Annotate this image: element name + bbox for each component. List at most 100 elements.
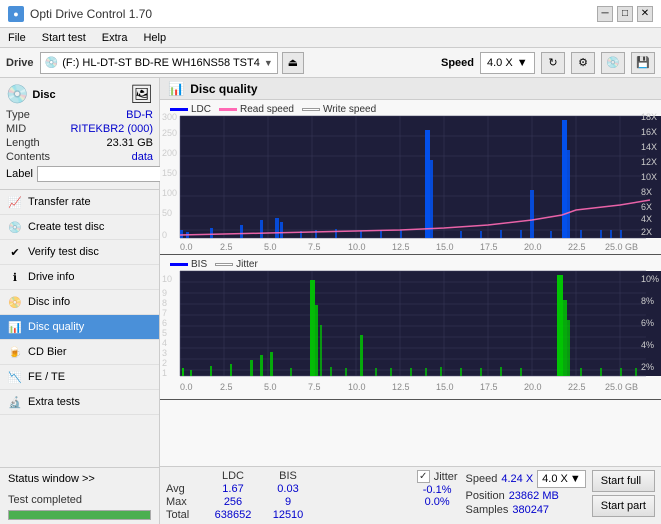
svg-text:8X: 8X xyxy=(641,187,652,197)
svg-text:4X: 4X xyxy=(641,214,652,224)
save-button[interactable]: 💾 xyxy=(631,52,655,74)
speed-section: Speed 4.24 X 4.0 X ▼ Position 23862 MB S… xyxy=(466,470,586,516)
svg-text:4: 4 xyxy=(162,338,167,348)
menu-file[interactable]: File xyxy=(0,28,34,47)
speed-label-text: Speed xyxy=(466,473,498,485)
position-row: Position 23862 MB xyxy=(466,490,586,502)
sidebar: 💿 Disc 🖼 Type BD-R MID RITEKBR2 (000) Le… xyxy=(0,78,160,524)
start-full-button[interactable]: Start full xyxy=(592,470,655,492)
sidebar-item-extra-tests[interactable]: 🔬 Extra tests xyxy=(0,390,159,415)
max-bis: 9 xyxy=(262,496,314,508)
svg-text:7: 7 xyxy=(162,308,167,318)
bis-color xyxy=(170,263,188,266)
disc-length-label: Length xyxy=(6,137,40,149)
sidebar-item-verify-test-disc[interactable]: ✔ Verify test disc xyxy=(0,240,159,265)
svg-text:20.0: 20.0 xyxy=(524,382,542,392)
svg-text:22.5: 22.5 xyxy=(568,242,586,252)
drive-eject-button[interactable]: ⏏ xyxy=(282,52,304,74)
jitter-checkbox[interactable]: ✓ xyxy=(417,470,430,483)
bis-chart-legend: BIS Jitter xyxy=(164,257,264,272)
disc-label-input[interactable] xyxy=(37,166,175,182)
app-title: Opti Drive Control 1.70 xyxy=(30,7,152,21)
svg-text:7.5: 7.5 xyxy=(308,382,321,392)
minimize-button[interactable]: ─ xyxy=(597,6,613,22)
sidebar-item-disc-info[interactable]: 📀 Disc info xyxy=(0,290,159,315)
charts-area: LDC Read speed Write speed xyxy=(160,100,661,466)
sidebar-item-fe-te[interactable]: 📉 FE / TE xyxy=(0,365,159,390)
menu-start-test[interactable]: Start test xyxy=(34,28,94,47)
ldc-chart: LDC Read speed Write speed xyxy=(160,100,661,255)
svg-text:1: 1 xyxy=(162,368,167,378)
main-area: 💿 Disc 🖼 Type BD-R MID RITEKBR2 (000) Le… xyxy=(0,78,661,524)
svg-text:0.0: 0.0 xyxy=(180,382,193,392)
svg-text:2: 2 xyxy=(162,358,167,368)
drive-select-area: 💿 (F:) HL-DT-ST BD-RE WH16NS58 TST4 ▼ ⏏ xyxy=(40,52,435,74)
ldc-chart-svg: 0 50 100 150 200 250 300 18X 16X 14X 12X… xyxy=(160,100,661,254)
bis-chart: BIS Jitter xyxy=(160,255,661,400)
svg-text:25.0 GB: 25.0 GB xyxy=(605,382,638,392)
menu-extra[interactable]: Extra xyxy=(94,28,136,47)
refresh-button[interactable]: ↻ xyxy=(541,52,565,74)
bis-chart-svg: 1 2 3 4 5 6 7 8 9 10 10% 8% 6% 4% 2% xyxy=(160,255,661,399)
total-bis: 12510 xyxy=(262,509,314,521)
drive-dropdown[interactable]: 💿 (F:) HL-DT-ST BD-RE WH16NS58 TST4 ▼ xyxy=(40,52,278,74)
stats-total-row: Total 638652 12510 xyxy=(166,509,417,521)
sidebar-item-drive-info[interactable]: ℹ Drive info xyxy=(0,265,159,290)
disc-button[interactable]: 💿 xyxy=(601,52,625,74)
sidebar-item-cd-bier[interactable]: 🍺 CD Bier xyxy=(0,340,159,365)
sidebar-item-label: FE / TE xyxy=(28,371,65,383)
sidebar-item-label: Create test disc xyxy=(28,221,104,233)
speed-dropdown-text: 4.0 X xyxy=(487,57,513,69)
svg-text:250: 250 xyxy=(162,128,177,138)
legend-bis: BIS xyxy=(170,259,207,270)
stats-col-bis: BIS xyxy=(262,470,314,482)
speed-label: Speed xyxy=(441,57,474,69)
svg-text:25.0 GB: 25.0 GB xyxy=(605,242,638,252)
sidebar-item-label: Drive info xyxy=(28,271,74,283)
jitter-header: ✓ Jitter xyxy=(417,470,458,483)
maximize-button[interactable]: □ xyxy=(617,6,633,22)
jitter-color xyxy=(215,263,233,266)
speed-dropdown[interactable]: 4.0 X ▼ xyxy=(480,52,535,74)
speed-dropdown-stats[interactable]: 4.0 X ▼ xyxy=(537,470,586,488)
sidebar-item-create-test-disc[interactable]: 💿 Create test disc xyxy=(0,215,159,240)
sidebar-item-label: Transfer rate xyxy=(28,196,91,208)
avg-bis: 0.03 xyxy=(262,483,314,495)
svg-text:2.5: 2.5 xyxy=(220,382,233,392)
close-button[interactable]: ✕ xyxy=(637,6,653,22)
transfer-rate-icon: 📈 xyxy=(8,195,22,209)
svg-text:50: 50 xyxy=(162,208,172,218)
jitter-section: ✓ Jitter -0.1% 0.0% xyxy=(417,470,458,508)
speed-dropdown-arrow: ▼ xyxy=(517,57,528,69)
drive-info-icon: ℹ xyxy=(8,270,22,284)
sidebar-item-label: Disc info xyxy=(28,296,70,308)
titlebar-left: ● Opti Drive Control 1.70 xyxy=(8,6,152,22)
disc-label-text: Label xyxy=(6,168,33,180)
sidebar-item-label: CD Bier xyxy=(28,346,67,358)
svg-text:10: 10 xyxy=(162,274,172,284)
svg-text:10X: 10X xyxy=(641,172,657,182)
svg-text:5: 5 xyxy=(162,328,167,338)
svg-text:8%: 8% xyxy=(641,296,654,306)
position-value: 23862 MB xyxy=(509,490,559,502)
ldc-chart-legend: LDC Read speed Write speed xyxy=(164,102,382,117)
extra-tests-icon: 🔬 xyxy=(8,395,22,409)
svg-text:15.0: 15.0 xyxy=(436,242,454,252)
legend-jitter: Jitter xyxy=(215,259,258,270)
sidebar-item-transfer-rate[interactable]: 📈 Transfer rate xyxy=(0,190,159,215)
menu-help[interactable]: Help xyxy=(135,28,174,47)
settings-button[interactable]: ⚙ xyxy=(571,52,595,74)
svg-text:2%: 2% xyxy=(641,362,654,372)
svg-text:10.0: 10.0 xyxy=(348,242,366,252)
start-part-button[interactable]: Start part xyxy=(592,495,655,517)
svg-text:5.0: 5.0 xyxy=(264,242,277,252)
status-window-button[interactable]: Status window >> xyxy=(0,467,159,490)
sidebar-item-disc-quality[interactable]: 📊 Disc quality xyxy=(0,315,159,340)
stats-max-row: Max 256 9 xyxy=(166,496,417,508)
svg-text:10%: 10% xyxy=(641,274,659,284)
svg-text:6%: 6% xyxy=(641,318,654,328)
svg-text:4%: 4% xyxy=(641,340,654,350)
disc-type-label: Type xyxy=(6,109,30,121)
avg-ldc: 1.67 xyxy=(204,483,262,495)
quality-panel-header: 📊 Disc quality xyxy=(160,78,661,100)
